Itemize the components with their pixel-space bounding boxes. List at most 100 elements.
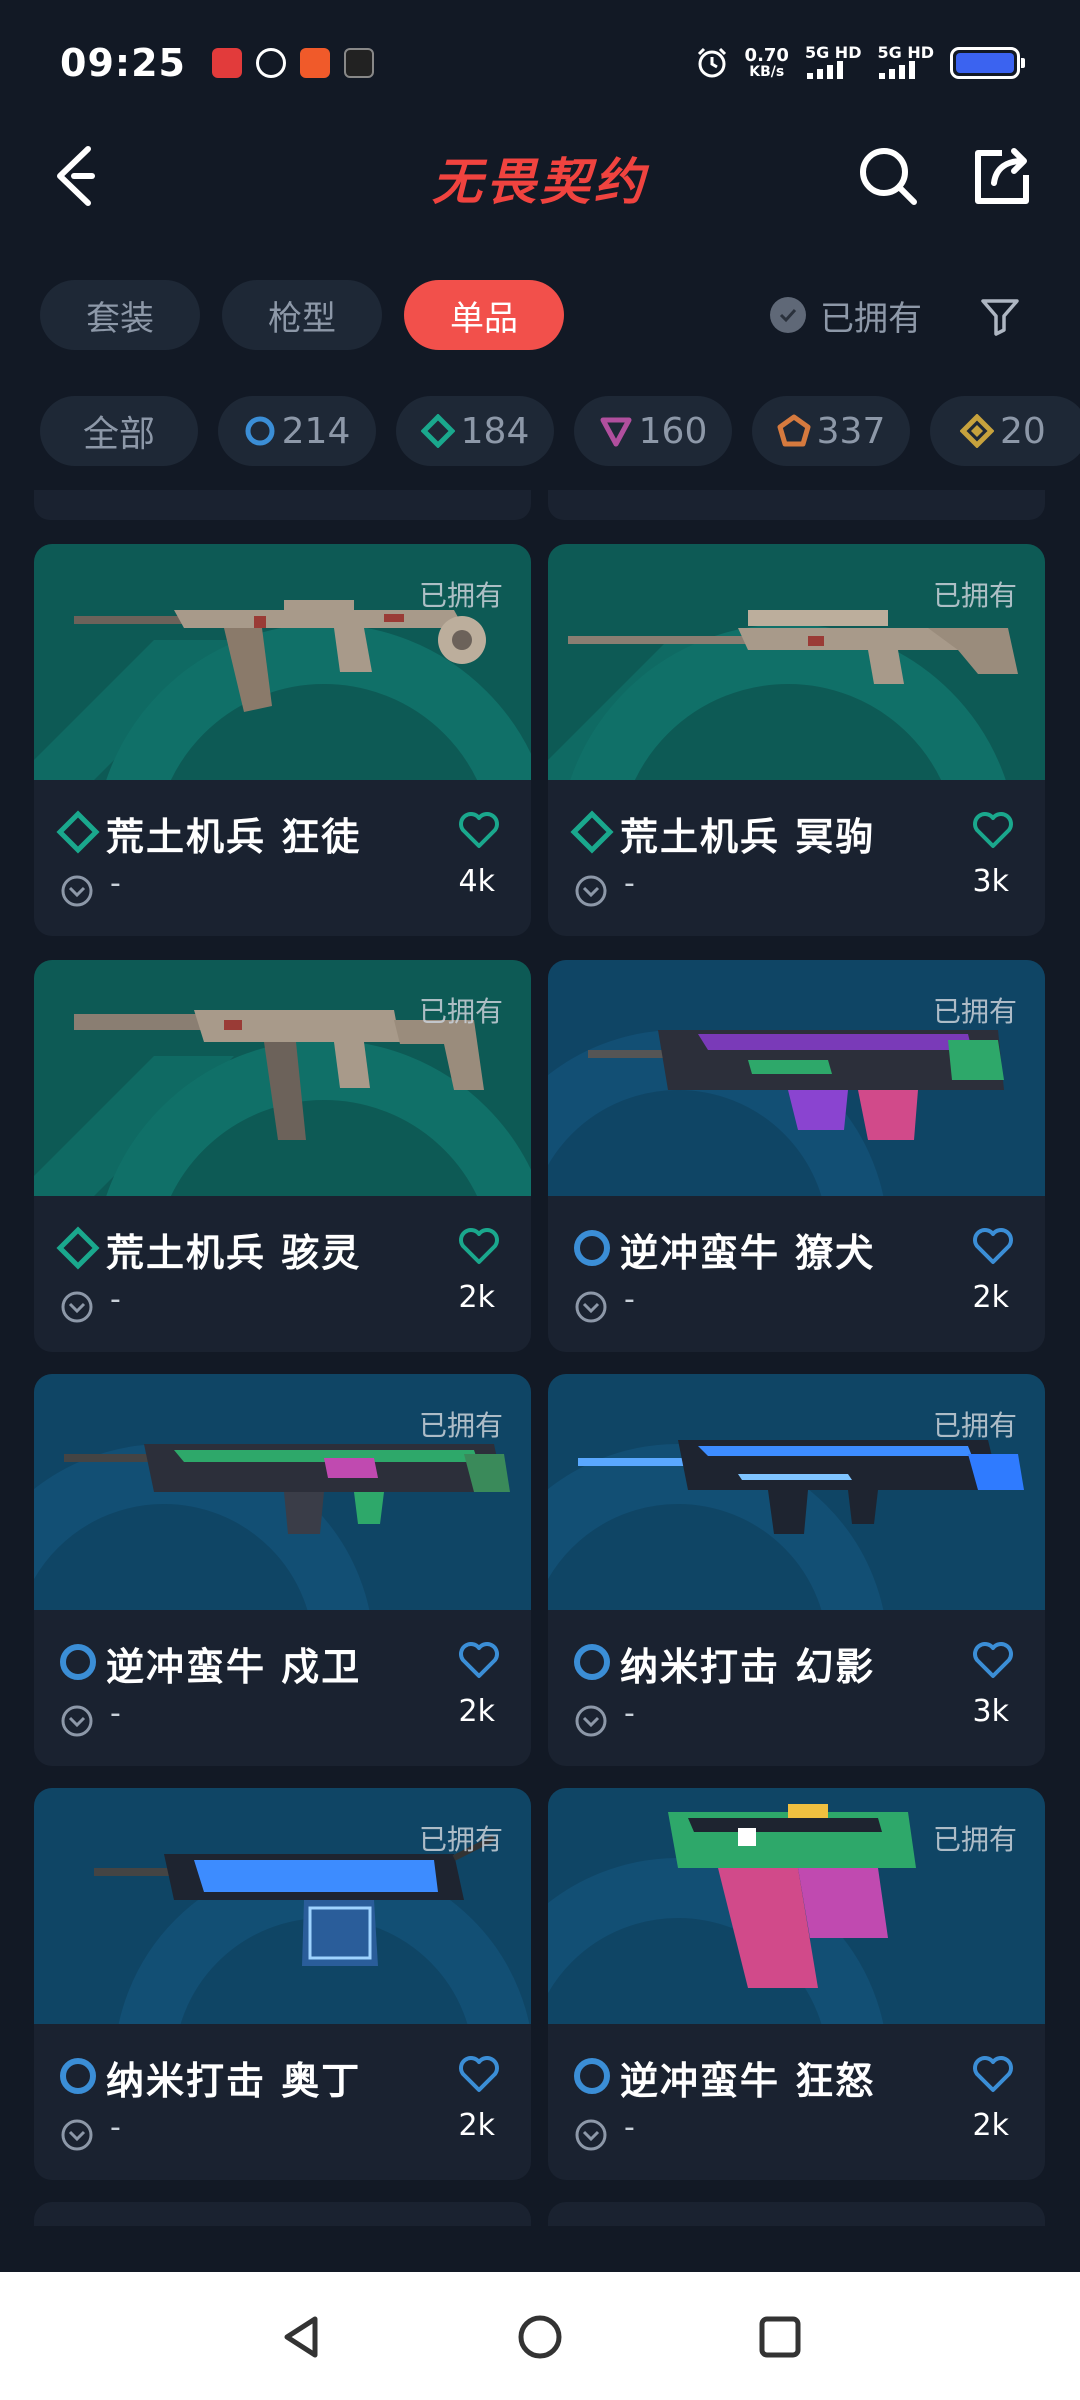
- favorite-heart-icon[interactable]: [971, 808, 1015, 852]
- favorite-heart-icon[interactable]: [457, 1638, 501, 1682]
- filter-icon: [981, 299, 1019, 336]
- favorite-heart-icon[interactable]: [971, 1638, 1015, 1682]
- status-bar: 09:25 0.70 KB/s 5G HD 5G HD: [0, 0, 1080, 126]
- chip-label: 337: [816, 410, 886, 452]
- item-name: 逆冲蛮牛 戍卫: [106, 1645, 362, 1689]
- chip-premium-tier[interactable]: 160: [574, 396, 732, 466]
- item-image: 已拥有: [548, 1374, 1045, 1610]
- deluxe-tier-icon: [56, 1226, 100, 1270]
- system-navigation-bar: [0, 2272, 1080, 2400]
- item-name: 逆冲蛮牛 狂怒: [620, 2059, 876, 2103]
- item-card[interactable]: 已拥有 纳米打击 奥丁 - 2k: [34, 1788, 531, 2180]
- select-tier-icon: [574, 1644, 610, 1680]
- favorite-heart-icon[interactable]: [457, 808, 501, 852]
- chevron-down-icon: [575, 1291, 607, 1323]
- circle-home-icon: [518, 2315, 562, 2359]
- favorite-count: 2k: [458, 1280, 495, 1315]
- chevron-down-icon: [575, 1705, 607, 1737]
- item-level: -: [110, 2110, 121, 2145]
- favorite-heart-icon[interactable]: [457, 2052, 501, 2096]
- favorite-heart-icon[interactable]: [971, 2052, 1015, 2096]
- item-name: 纳米打击 奥丁: [106, 2059, 362, 2103]
- select-tier-icon: [574, 1230, 610, 1266]
- select-tier-icon: [60, 2058, 96, 2094]
- ultra-tier-icon: [960, 414, 994, 448]
- item-card[interactable]: 已拥有 荒土机兵 狂徒 - 4k: [34, 544, 531, 936]
- owned-filter-toggle[interactable]: 已拥有: [770, 280, 922, 350]
- nav-back-button[interactable]: [266, 2302, 336, 2372]
- item-card[interactable]: 已拥有 荒土机兵 骇灵 - 2k: [34, 960, 531, 1352]
- chevron-down-icon: [61, 2119, 93, 2151]
- chip-select-tier[interactable]: 214: [218, 396, 376, 466]
- app-header: 无畏契约: [0, 126, 1080, 236]
- item-image: 已拥有: [548, 960, 1045, 1196]
- tab-sets[interactable]: 套装: [40, 280, 200, 350]
- item-name: 荒土机兵 骇灵: [106, 1231, 362, 1275]
- owned-tag: 已拥有: [932, 1823, 1017, 1856]
- chip-label: 160: [638, 410, 708, 452]
- square-recents-icon: [759, 2316, 801, 2358]
- battery-icon: [950, 47, 1025, 79]
- tab-items[interactable]: 单品: [404, 280, 564, 350]
- item-level: -: [624, 1282, 635, 1317]
- deluxe-tier-icon: [420, 414, 455, 448]
- filter-button[interactable]: [970, 288, 1030, 344]
- owned-filter-label: 已拥有: [820, 298, 922, 339]
- item-level: -: [110, 1282, 121, 1317]
- favorite-count: 4k: [458, 864, 495, 899]
- partial-card: [548, 490, 1045, 520]
- item-image: 已拥有: [548, 544, 1045, 780]
- item-card[interactable]: 已拥有 逆冲蛮牛 獠犬 - 2k: [548, 960, 1045, 1352]
- item-image: 已拥有: [34, 544, 531, 780]
- chip-ultra-tier[interactable]: 20: [930, 396, 1080, 466]
- exclusive-tier-icon: [777, 414, 811, 447]
- category-tabs: 套装 枪型 单品 已拥有: [40, 280, 1040, 350]
- chip-label: 214: [281, 410, 351, 452]
- item-level: -: [624, 1696, 635, 1731]
- nav-home-button[interactable]: [505, 2302, 575, 2372]
- item-name: 荒土机兵 狂徒: [106, 815, 362, 859]
- owned-tag: 已拥有: [418, 1409, 503, 1442]
- status-time: 09:25: [60, 41, 186, 85]
- game-app-icon: [343, 48, 374, 78]
- search-icon: [860, 148, 917, 205]
- check-icon: [770, 297, 806, 333]
- alarm-icon: [697, 47, 726, 78]
- signal-bars-icon: [879, 60, 916, 79]
- owned-tag: 已拥有: [932, 579, 1017, 612]
- chevron-down-icon: [61, 1705, 93, 1737]
- favorite-heart-icon[interactable]: [457, 1224, 501, 1268]
- item-image: 已拥有: [34, 960, 531, 1196]
- signal-2: 5G HD: [877, 44, 934, 82]
- select-tier-icon: [60, 1644, 96, 1680]
- tab-weapon-types[interactable]: 枪型: [222, 280, 382, 350]
- nav-recents-button[interactable]: [745, 2302, 815, 2372]
- search-button[interactable]: [848, 136, 928, 216]
- chip-deluxe-tier[interactable]: 184: [396, 396, 554, 466]
- owned-tag: 已拥有: [932, 995, 1017, 1028]
- item-card[interactable]: 已拥有 纳米打击 幻影 - 3k: [548, 1374, 1045, 1766]
- wechat-icon: [255, 48, 286, 78]
- partial-card: [34, 2202, 531, 2226]
- chip-label: 20: [1000, 410, 1046, 452]
- premium-tier-icon: [600, 417, 632, 447]
- chip-exclusive-tier[interactable]: 337: [752, 396, 910, 466]
- chevron-down-icon: [61, 875, 93, 907]
- items-grid: 已拥有 荒土机兵 狂徒 - 4k 已拥有 荒土机兵 冥驹 - 3k 已拥有 荒土…: [0, 490, 1080, 2226]
- chip-label: 全部: [82, 414, 155, 455]
- item-name: 荒土机兵 冥驹: [620, 815, 876, 859]
- item-card[interactable]: 已拥有 逆冲蛮牛 戍卫 - 2k: [34, 1374, 531, 1766]
- item-image: 已拥有: [34, 1788, 531, 2024]
- partial-card: [34, 490, 531, 520]
- chip-all[interactable]: 全部: [40, 396, 198, 466]
- item-card[interactable]: 已拥有 荒土机兵 冥驹 - 3k: [548, 544, 1045, 936]
- favorite-count: 3k: [972, 1694, 1009, 1729]
- item-card[interactable]: 已拥有 逆冲蛮牛 狂怒 - 2k: [548, 1788, 1045, 2180]
- deluxe-tier-icon: [570, 810, 614, 854]
- owned-tag: 已拥有: [418, 1823, 503, 1856]
- owned-tag: 已拥有: [418, 579, 503, 612]
- owned-tag: 已拥有: [932, 1409, 1017, 1442]
- chevron-down-icon: [575, 875, 607, 907]
- share-button[interactable]: [962, 136, 1042, 216]
- favorite-heart-icon[interactable]: [971, 1224, 1015, 1268]
